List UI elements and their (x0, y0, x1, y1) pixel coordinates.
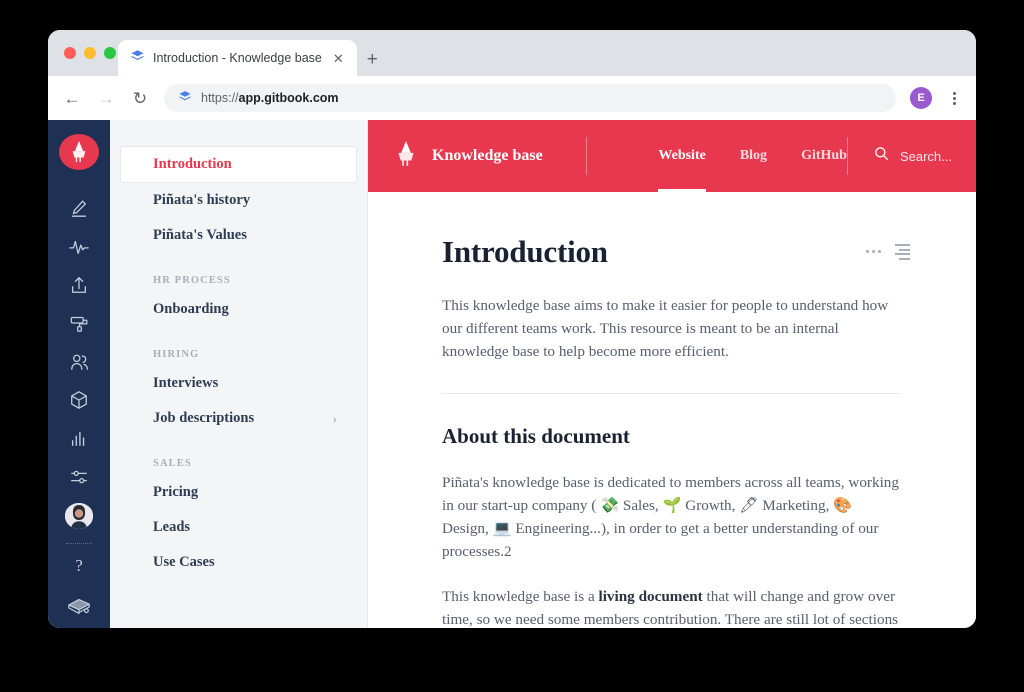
search-icon (874, 146, 889, 166)
nav-section-hiring: HIRING (153, 349, 200, 360)
rail-item-settings[interactable] (61, 461, 97, 493)
nav-item-label: Onboarding (153, 301, 229, 317)
rail-item-library[interactable] (61, 590, 97, 622)
new-tab-button[interactable]: + (367, 50, 378, 69)
window-controls (64, 47, 116, 59)
search-label: Search... (899, 148, 952, 164)
bar-chart-icon (69, 429, 89, 449)
pencil-edit-icon (69, 198, 89, 218)
nav-item-label: Piñata's history (153, 192, 251, 208)
profile-avatar-button[interactable]: E (910, 87, 932, 109)
app-body: ? Introduction Piñata's history Piñata's… (48, 120, 976, 628)
sidebar-item-interviews[interactable]: Interviews (120, 366, 357, 401)
app-icon-rail: ? (48, 120, 110, 628)
chevron-right-icon[interactable]: › (333, 411, 357, 427)
rail-item-publish[interactable] (61, 269, 97, 301)
rail-item-integrations[interactable] (61, 384, 97, 416)
browser-tabstrip: Introduction - Knowledge base ✕ + (48, 30, 976, 76)
forward-button[interactable]: → (96, 90, 116, 107)
user-avatar[interactable] (65, 503, 93, 529)
sidebar-item-use-cases[interactable]: Use Cases (120, 545, 357, 580)
nav-link-github[interactable]: GitHub (801, 120, 847, 192)
living-prefix: This knowledge base is a (442, 588, 599, 605)
nav-item-label: Job descriptions (153, 410, 255, 426)
header-right: Search... (846, 120, 976, 192)
help-button[interactable]: ? (75, 556, 83, 576)
activity-pulse-icon (68, 237, 90, 257)
browser-toolbar: ← → ↻ https://app.gitbook.com E (48, 76, 976, 120)
search-button[interactable]: Search... (848, 146, 976, 166)
cube-icon (69, 390, 89, 410)
address-bar[interactable]: https://app.gitbook.com (164, 84, 896, 112)
nav-link-website[interactable]: Website (658, 120, 707, 192)
nav-group: SALES Pricing Leads Use Cases (110, 436, 367, 580)
users-icon (69, 352, 90, 372)
reload-button[interactable]: ↻ (130, 90, 150, 107)
sidebar-item-leads[interactable]: Leads (120, 510, 357, 545)
sidebar-item-introduction[interactable]: Introduction (120, 146, 357, 183)
rail-item-members[interactable] (61, 346, 97, 378)
gitbook-icon (130, 48, 145, 68)
browser-menu-button[interactable] (946, 91, 962, 105)
pinata-logo[interactable] (59, 134, 99, 171)
rail-item-customize[interactable] (61, 307, 97, 339)
article-inner: Introduction This knowledge base aims to… (442, 234, 910, 628)
nav-section-sales: SALES (153, 458, 192, 469)
article-toolbar (866, 244, 910, 260)
page-title: Introduction (442, 234, 608, 269)
address-bar-url: https://app.gitbook.com (201, 91, 339, 105)
more-options-icon[interactable] (866, 250, 881, 254)
section-divider (442, 393, 900, 394)
sidebar-item-job-descriptions[interactable]: Job descriptions › (120, 401, 357, 436)
maximize-window-button[interactable] (104, 47, 116, 59)
sliders-icon (69, 467, 89, 487)
nav-group: HIRING Interviews Job descriptions › (110, 327, 367, 436)
doc-navigation-sidebar[interactable]: Introduction Piñata's history Piñata's V… (110, 120, 368, 628)
about-paragraph: Piñata's knowledge base is dedicated to … (442, 474, 899, 560)
section-heading-about: About this document (442, 424, 630, 448)
table-of-contents-icon[interactable] (895, 244, 910, 260)
back-button[interactable]: ← (62, 90, 82, 107)
rail-divider (66, 542, 92, 544)
rail-item-activity[interactable] (61, 230, 97, 262)
nav-item-label: Pricing (153, 484, 199, 500)
nav-item-label: Interviews (153, 375, 219, 391)
site-brand[interactable]: Knowledge base (368, 140, 586, 173)
sidebar-item-onboarding[interactable]: Onboarding (120, 292, 357, 327)
browser-tab-title: Introduction - Knowledge base (153, 51, 322, 65)
nav-item-label: Use Cases (153, 554, 215, 570)
browser-tab[interactable]: Introduction - Knowledge base ✕ (118, 40, 357, 76)
pinata-logo (392, 140, 420, 173)
sidebar-item-pinatas-history[interactable]: Piñata's history (120, 183, 357, 218)
minimize-window-button[interactable] (84, 47, 96, 59)
sidebar-item-pricing[interactable]: Pricing (120, 475, 357, 510)
site-header: Knowledge base Website Blog GitHub Searc… (368, 120, 976, 192)
living-document-bold: living document (598, 588, 703, 605)
sidebar-item-pinatas-values[interactable]: Piñata's Values (120, 218, 357, 253)
nav-item-label: Piñata's Values (153, 227, 247, 243)
site-brand-title: Knowledge base (432, 147, 543, 164)
nav-link-blog[interactable]: Blog (740, 120, 767, 192)
nav-group: HR PROCESS Onboarding (110, 253, 367, 327)
nav-item-label: Introduction (153, 156, 232, 172)
site-favicon-icon (178, 89, 192, 108)
site-nav: Website Blog GitHub (586, 120, 847, 192)
books-icon (66, 595, 92, 617)
nav-section-hr-process: HR PROCESS (153, 275, 231, 286)
upload-icon (69, 275, 89, 295)
rail-item-insights[interactable] (61, 423, 97, 455)
nav-item-label: Leads (153, 519, 191, 535)
close-tab-button[interactable]: ✕ (330, 50, 347, 67)
living-document-paragraph: This knowledge base is a living document… (442, 585, 900, 628)
article-area: Introduction This knowledge base aims to… (368, 192, 976, 628)
paint-roller-icon (69, 313, 90, 333)
browser-window: Introduction - Knowledge base ✕ + ← → ↻ … (48, 30, 976, 628)
rail-item-edit[interactable] (61, 192, 97, 224)
close-window-button[interactable] (64, 47, 76, 59)
intro-paragraph: This knowledge base aims to make it easi… (442, 297, 889, 360)
content-column: Knowledge base Website Blog GitHub Searc… (368, 120, 976, 628)
nav-group: Introduction Piñata's history Piñata's V… (110, 146, 367, 253)
